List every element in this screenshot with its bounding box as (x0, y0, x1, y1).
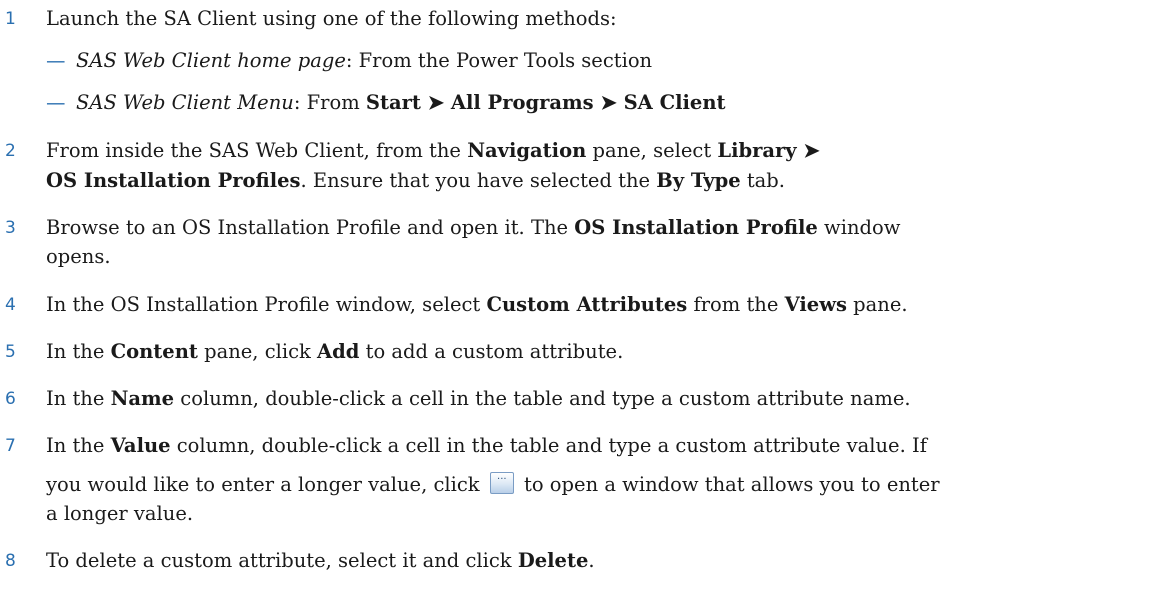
step-text-line-2: OS Installation Profiles. Ensure that yo… (46, 169, 785, 192)
step-number: 5 (5, 342, 16, 362)
ellipsis-button-icon (489, 472, 514, 494)
dash-bullet: — (46, 91, 66, 114)
substep-1b: — SAS Web Client Menu: From Start ➤ All P… (46, 88, 726, 118)
step-text-line-1: Browse to an OS Installation Profile and… (46, 216, 901, 239)
step-text: Launch the SA Client using one of the fo… (46, 7, 617, 30)
method-name: SAS Web Client Menu (76, 91, 294, 114)
method-description: : From (293, 91, 366, 114)
step-text: In the Content pane, click Add to add a … (46, 340, 624, 363)
step-text-line-3: a longer value. (46, 502, 194, 525)
step-text-line-2: opens. (46, 245, 111, 268)
substep-1a: — SAS Web Client home page: From the Powe… (46, 46, 652, 76)
method-description: : From the Power Tools section (345, 49, 653, 72)
step-text-line-1: From inside the SAS Web Client, from the… (46, 139, 820, 162)
procedure-document: 1 Launch the SA Client using one of the … (0, 0, 1168, 613)
step-number: 1 (5, 9, 16, 29)
menu-start: Start (365, 91, 421, 114)
step-text: To delete a custom attribute, select it … (46, 549, 595, 572)
step-text: In the OS Installation Profile window, s… (46, 293, 908, 316)
step-text: In the Name column, double-click a cell … (46, 387, 911, 410)
step-number: 4 (5, 295, 16, 315)
step-number: 3 (5, 218, 16, 238)
step-text-line-1: In the Value column, double-click a cell… (46, 434, 927, 457)
menu-arrow: ➤ (593, 91, 624, 114)
menu-sa-client: SA Client (623, 91, 726, 114)
step-number: 7 (5, 436, 16, 456)
dash-bullet: — (46, 49, 66, 72)
step-number: 8 (5, 551, 16, 571)
step-number: 6 (5, 389, 16, 409)
step-text-line-2: you would like to enter a longer value, … (46, 470, 940, 500)
method-name: SAS Web Client home page (76, 49, 346, 72)
step-number: 2 (5, 141, 16, 161)
menu-all-programs: All Programs (450, 91, 594, 114)
menu-arrow: ➤ (420, 91, 451, 114)
